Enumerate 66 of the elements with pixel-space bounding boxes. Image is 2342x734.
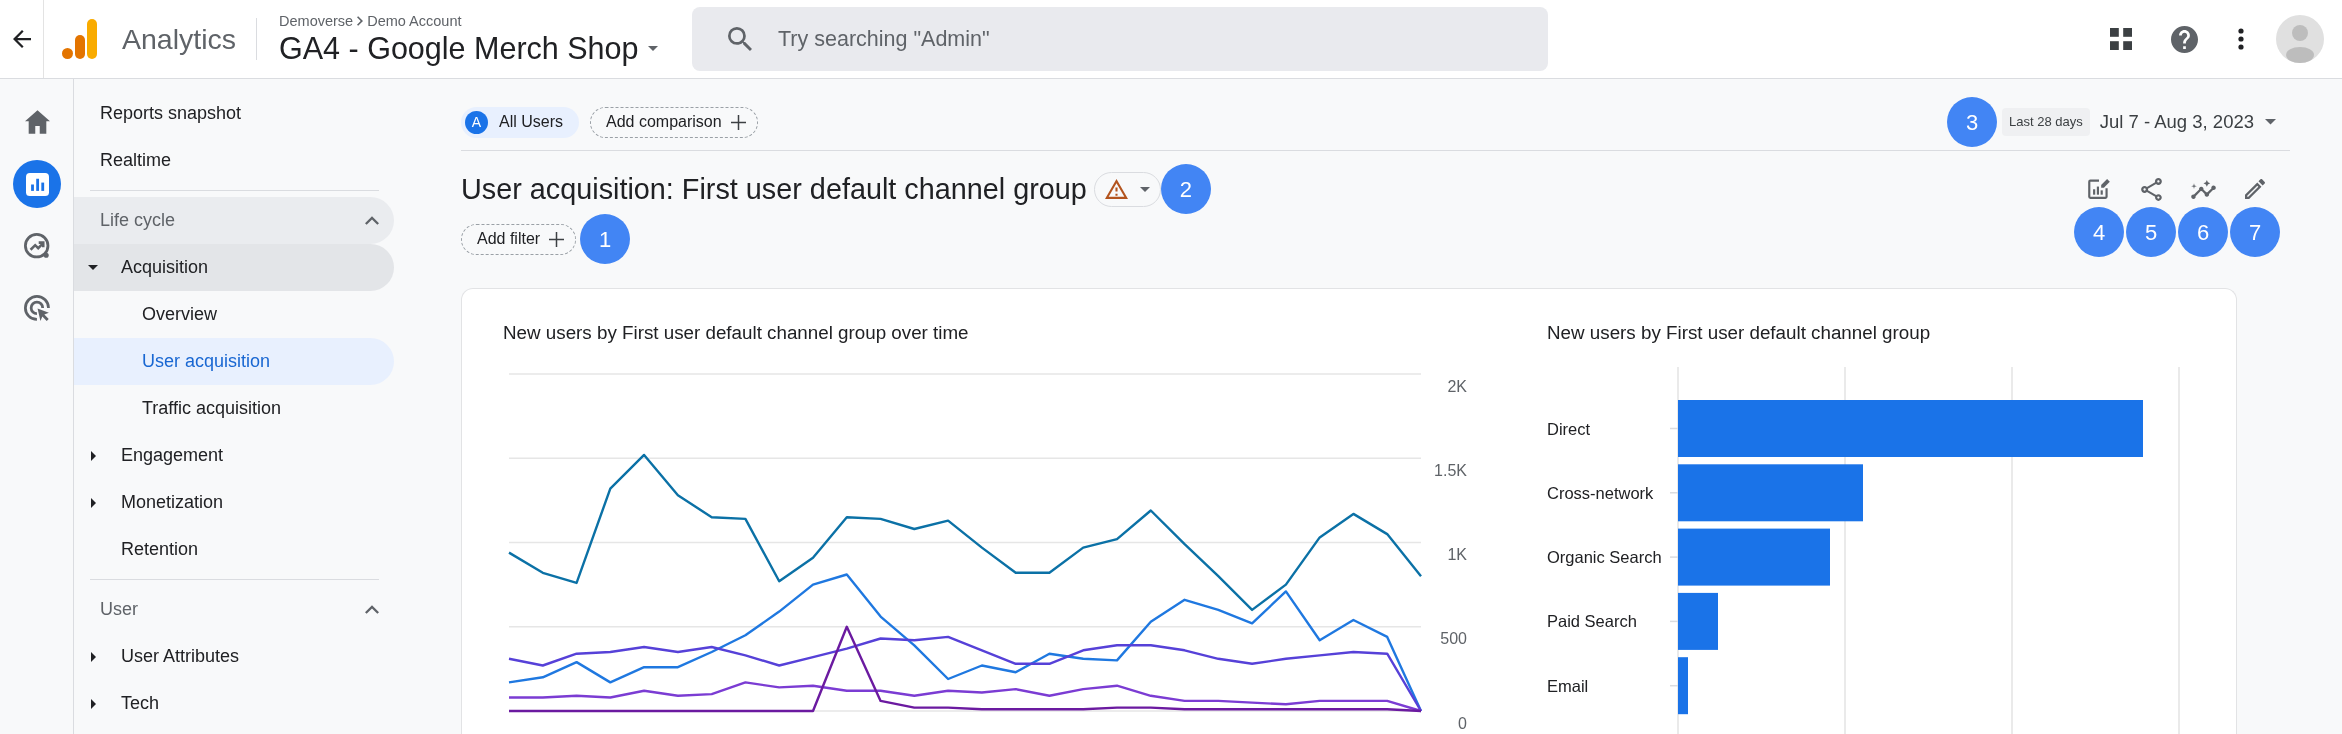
segment-chip[interactable]: A All Users [461, 106, 579, 138]
product-name: Analytics [122, 21, 237, 57]
axis-label: 1K [1447, 546, 1467, 563]
category-label: Organic Search [1547, 548, 1662, 567]
search-field[interactable]: Try searching "Admin" [692, 7, 1548, 71]
date-preset-label: Last 28 days [2002, 108, 2090, 136]
plus-icon [730, 114, 746, 130]
rail-nav-button[interactable] [13, 160, 61, 208]
bar [1678, 657, 1688, 715]
nav-subitem[interactable]: Traffic acquisition [74, 385, 394, 432]
axis-label: 0 [1458, 714, 1467, 732]
nav-section-header[interactable]: Life cycle [74, 197, 394, 244]
chart-title: New users by First user default channel group over time [503, 321, 969, 345]
home-icon [24, 110, 50, 134]
nav-item[interactable]: Tech [74, 680, 394, 727]
more-menu-icon[interactable] [2238, 28, 2244, 50]
target-cursor-icon [23, 294, 51, 322]
step-marker: 5 [2126, 207, 2176, 257]
axis-label: 500 [1440, 630, 1467, 648]
nav-item[interactable]: Acquisition [74, 244, 394, 291]
property-selector[interactable]: GA4 - Google Merch Shop [279, 29, 659, 67]
share-icon[interactable] [2140, 177, 2162, 201]
step-marker: 1 [580, 214, 631, 264]
plus-icon [549, 231, 565, 247]
segment-badge: A [465, 110, 488, 134]
nav-item[interactable]: User Attributes [74, 633, 394, 680]
step-marker: 3 [1947, 97, 1997, 147]
caret-down-icon [2265, 119, 2276, 125]
bar-chart-icon [25, 172, 49, 196]
step-marker: 7 [2230, 207, 2280, 257]
nav-item[interactable]: Monetization [74, 479, 394, 526]
caret-down-icon [1139, 186, 1150, 192]
nav-section-header[interactable]: User [74, 586, 394, 633]
nav-subitem[interactable]: User acquisition [74, 338, 394, 385]
step-marker: 6 [2178, 207, 2228, 257]
sparkle-trend-icon[interactable] [2190, 179, 2216, 199]
breadcrumb-link[interactable]: Demoverse [279, 11, 354, 30]
breadcrumb-link[interactable]: Demo Account [367, 11, 462, 30]
nav-item[interactable]: Reports snapshot [74, 90, 394, 137]
warning-icon [1104, 179, 1128, 199]
nav-item[interactable]: Retention [74, 526, 394, 573]
chart-title: New users by First user default channel group [1547, 321, 1931, 345]
apps-grid-icon[interactable] [2110, 28, 2132, 50]
search-icon [728, 27, 752, 51]
category-label: Cross-network [1547, 483, 1654, 502]
chevron-right-icon [357, 15, 364, 26]
axis-label: 1.5K [1434, 461, 1467, 479]
nav-item[interactable]: Engagement [74, 432, 394, 479]
step-marker: 2 [1160, 164, 1211, 214]
category-label: Paid Search [1547, 612, 1637, 631]
bars-logo-icon [62, 19, 97, 59]
category-label: Email [1547, 676, 1589, 695]
help-icon[interactable] [2170, 25, 2198, 53]
pencil-icon[interactable] [2245, 179, 2265, 199]
category-label: Direct [1547, 419, 1591, 438]
step-marker: 4 [2074, 207, 2124, 257]
bar [1678, 592, 1718, 650]
caret-down-icon [648, 45, 659, 51]
date-range-button[interactable]: Jul 7 - Aug 3, 2023 [2099, 108, 2276, 136]
back-arrow-icon[interactable] [12, 30, 31, 48]
trend-circle-icon [24, 233, 50, 259]
nav-subitem[interactable]: Overview [74, 291, 394, 338]
nav-item[interactable]: Realtime [74, 137, 394, 184]
report-title: User acquisition: First user default channel group [461, 172, 1087, 207]
axis-label: 2K [1447, 377, 1467, 395]
chart-pencil-icon[interactable] [2088, 179, 2110, 199]
